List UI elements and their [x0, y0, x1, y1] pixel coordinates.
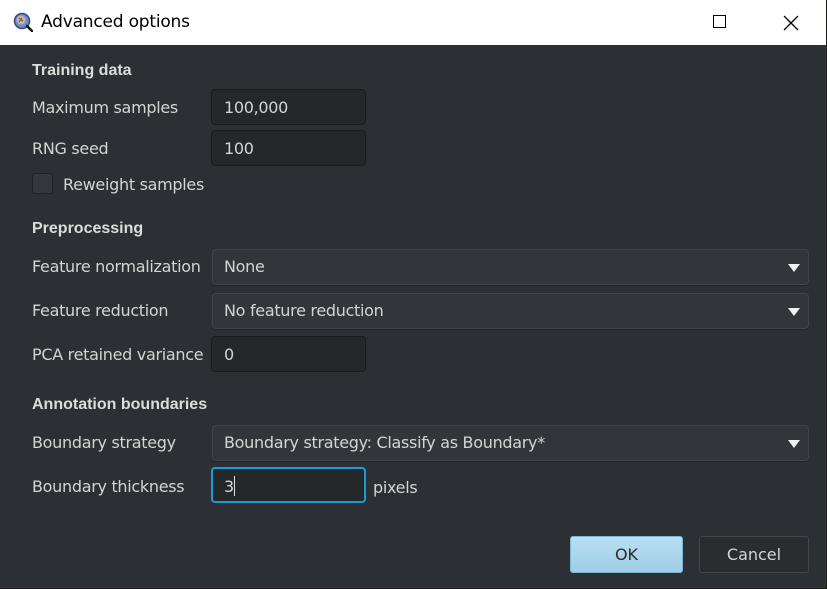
close-button[interactable] [767, 0, 813, 45]
close-icon [783, 15, 799, 31]
feature-reduction-label: Feature reduction [32, 301, 169, 320]
pca-retained-variance-label: PCA retained variance [32, 345, 204, 364]
maximize-icon [713, 15, 726, 28]
feature-reduction-value: No feature reduction [224, 301, 384, 320]
boundary-thickness-label: Boundary thickness [32, 477, 185, 496]
window-title: Advanced options [41, 12, 190, 32]
rng-seed-input[interactable]: 100 [211, 130, 366, 166]
boundary-strategy-value: Boundary strategy: Classify as Boundary* [224, 433, 545, 452]
section-title-preprocessing: Preprocessing [32, 220, 144, 237]
boundary-strategy-dropdown[interactable]: Boundary strategy: Classify as Boundary* [212, 425, 809, 461]
title-bar[interactable]: Advanced options [0, 0, 826, 45]
boundary-thickness-unit: pixels [373, 478, 418, 497]
boundary-strategy-label: Boundary strategy [32, 433, 176, 452]
boundary-thickness-input[interactable]: 3 [211, 467, 366, 503]
feature-normalization-label: Feature normalization [32, 257, 201, 276]
ok-button[interactable]: OK [570, 536, 683, 573]
qupath-magnifier-icon [13, 12, 33, 32]
chevron-down-icon [788, 264, 800, 272]
chevron-down-icon [788, 440, 800, 448]
feature-reduction-dropdown[interactable]: No feature reduction [212, 293, 809, 329]
chevron-down-icon [788, 308, 800, 316]
section-title-annotation-boundaries: Annotation boundaries [32, 396, 208, 413]
maximum-samples-label: Maximum samples [32, 98, 178, 117]
feature-normalization-dropdown[interactable]: None [212, 249, 809, 285]
section-title-training-data: Training data [32, 62, 132, 79]
boundary-thickness-value: 3 [224, 477, 234, 496]
maximize-button[interactable] [697, 0, 743, 45]
cancel-button[interactable]: Cancel [699, 536, 809, 573]
reweight-samples-label[interactable]: Reweight samples [63, 175, 204, 194]
text-caret [233, 476, 235, 496]
feature-normalization-value: None [224, 257, 265, 276]
maximum-samples-input[interactable]: 100,000 [211, 89, 366, 125]
rng-seed-label: RNG seed [32, 139, 109, 158]
pca-retained-variance-input[interactable]: 0 [211, 336, 366, 372]
reweight-samples-checkbox[interactable] [32, 173, 53, 194]
advanced-options-dialog: Advanced options Training data Maximum s… [0, 0, 826, 588]
